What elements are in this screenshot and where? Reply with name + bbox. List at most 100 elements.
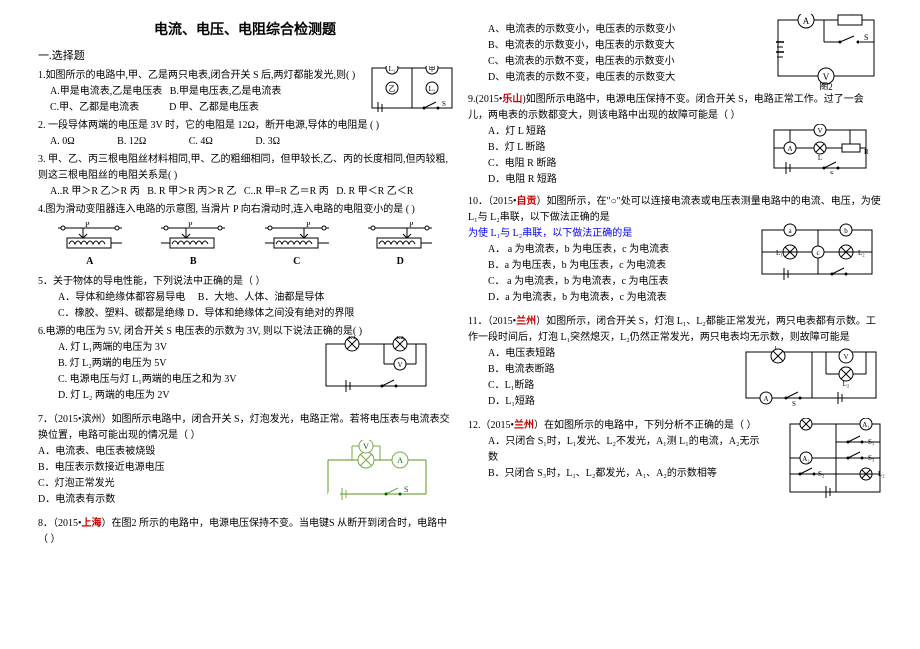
q12-opt-a: A．只闭合 S₁时，L₁发光、L₂不发光，A₁测 L₁的电流，A₂无示数 [488,434,768,466]
question-4: 4.图为滑动变阻器连入电路的示意图, 当滑片 P 向右滑动时,连入电路的电阻变小… [38,202,452,270]
q8-source-bold: 上海 [82,518,102,529]
question-8: 8．（2015•上海）在图2 所示的电路中，电源电压保持不变。当电键S 从断开到… [38,516,452,548]
svg-text:L₁: L₁ [776,249,783,257]
svg-text:L: L [818,154,822,162]
q3-opt-b: B. R 甲＞R 丙＞R 乙 [147,186,236,197]
q3-opt-a: A..R 甲＞R 乙＞R 丙 [50,186,140,197]
svg-text:V: V [823,72,830,82]
question-8-continued: A、电流表的示数变小，电压表的示数变小 B、电流表的示数变小，电压表的示数变大 … [468,22,882,86]
question-10: 10．（2015•自贡）如图所示，在"○"处可以连接电流表或电压表测量电路中的电… [468,194,882,306]
q5-opt-c: C．橡胶、塑料、碳都是绝缘 D．导体和绝缘体之间没有绝对的界限 [58,308,354,319]
svg-text:b: b [844,227,848,235]
q4-stem: 4.图为滑动变阻器连入电路的示意图, 当滑片 P 向右滑动时,连入电路的电阻变小… [38,202,452,218]
q3-stem: 3. 甲、乙、丙三根电阻丝材料相同,甲、乙的粗细相同，但甲较长,乙、丙的长度相同… [38,152,452,184]
svg-text:A: A [787,145,792,153]
q7-circuit-figure: A V S [322,440,432,502]
question-9: 9.(2015•乐山)如图所示电路中，电源电压保持不变。闭合开关 S，电路正常工… [468,92,882,188]
question-1: 1.如图所示的电路中,甲、乙是两只电表,闭合开关 S 后,两灯都能发光,则( )… [38,68,452,116]
svg-text:V: V [397,361,402,369]
question-6: 6.电源的电压为 5V, 闭合开关 S 电压表的示数为 3V, 则以下说法正确的… [38,324,452,404]
svg-text:甲: 甲 [429,66,436,73]
q1-opt-c: C.甲、乙都是电流表 [50,102,139,113]
svg-text:A: A [803,16,810,26]
question-7: 7．（2015•滨州）如图所示电路中，闭合开关 S，灯泡发光，电路正常。若将电压… [38,412,452,508]
svg-text:P: P [85,222,90,229]
q9-full-stem: 9.(2015•乐山)如图所示电路中，电源电压保持不变。闭合开关 S，电路正常工… [468,92,882,124]
q11-circuit-figure: L₁ V L₂ A S [742,346,882,406]
q1-opt-d: D 甲、乙都是电压表 [169,102,259,113]
rheostat-d-icon: P [365,222,435,252]
q10-circuit-figure: a b L₁ L₂ c [758,222,878,282]
q3-opt-c: C..R 甲=R 乙＝R 丙 [244,186,329,197]
q12-source-bold: 兰州 [514,420,534,431]
page-title: 电流、电压、电阻综合检测题 [38,20,452,42]
q6-circuit-figure: L1 L2 V [322,336,432,392]
q4-label-c: C [262,254,332,270]
svg-text:S: S [404,485,408,494]
svg-text:A₂: A₂ [802,455,810,463]
q1-opt-b: B.甲是电压表,乙是电流表 [170,86,282,97]
svg-text:L₁: L₁ [803,418,810,419]
svg-text:L₂: L₂ [429,85,436,93]
q12-stem: 在如图所示的电路中，下列分析不正确的是（ ） [544,420,757,431]
q2-opt-d: D. 3Ω [255,136,280,147]
question-5: 5．关于物体的导电性能，下列说法中正确的是（ ） A．导体和绝缘体都容易导电 B… [38,274,452,322]
svg-text:S: S [792,400,796,406]
svg-text:P: P [409,222,414,229]
svg-text:S: S [830,170,834,174]
rheostat-a-icon: P [55,222,125,252]
svg-text:S: S [442,100,446,108]
q4-label-d: D [365,254,435,270]
section-heading: 一.选择题 [38,48,452,66]
q5-opt-b: B．大地、人体、油都是导体 [198,292,325,303]
svg-text:乙: 乙 [389,85,396,93]
q10-source-bold: 自贡 [517,196,537,207]
left-column: 电流、电压、电阻综合检测题 一.选择题 1.如图所示的电路中,甲、乙是两只电表,… [30,20,460,629]
svg-text:L2: L2 [396,336,404,341]
svg-text:V: V [817,127,822,135]
svg-text:R: R [864,148,869,156]
q2-opt-a: A. 0Ω [50,136,75,147]
q2-stem: 2. 一段导体两端的电压是 3V 时，它的电阻是 12Ω，断开电源,导体的电阻是… [38,118,452,134]
svg-text:V: V [363,442,369,451]
q9-source-bold: 乐山 [502,94,522,105]
question-2: 2. 一段导体两端的电压是 3V 时，它的电阻是 12Ω，断开电源,导体的电阻是… [38,118,452,150]
q11-full-stem: 11．（2015•兰州）如图所示，闭合开关 S，灯泡 L₁、L₂都能正常发光，两… [468,314,882,346]
svg-text:V: V [843,353,848,361]
q10-opt-d: D．a 为电流表，b 为电流表，c 为电流表 [488,290,882,306]
svg-text:L₂: L₂ [858,249,865,257]
q2-opt-b: B. 12Ω [117,136,146,147]
svg-text:L₁: L₁ [389,66,396,73]
question-12: 12.（2015•兰州）在如图所示的电路中，下列分析不正确的是（ ） A．只闭合… [468,418,882,482]
q4-figures: P A P B [38,222,452,270]
rheostat-b-icon: P [158,222,228,252]
q5-stem: 5．关于物体的导电性能，下列说法中正确的是（ ） [38,274,452,290]
q9-opt-d: D．电阻 R 短路 [488,172,882,188]
q12-circuit-figure: L₁ A₁ S₁ A₂ S₃ S₂ L₂ [786,418,886,498]
rheostat-c-icon: P [262,222,332,252]
svg-text:L1: L1 [348,336,356,341]
q9-stem: 如图所示电路中，电源电压保持不变。闭合开关 S，电路正常工作。过了一会儿，两电表… [468,94,864,121]
q3-opt-d: D. R 甲＜R 乙＜R [336,186,413,197]
q9-circuit-figure: V A L R S [770,124,872,174]
svg-text:P: P [188,222,193,229]
svg-text:S: S [864,33,868,42]
question-11: 11．（2015•兰州）如图所示，闭合开关 S，灯泡 L₁、L₂都能正常发光，两… [468,314,882,410]
q2-opt-c: C. 4Ω [189,136,213,147]
svg-text:S₃: S₃ [868,454,875,462]
svg-text:c: c [816,249,819,257]
svg-text:A: A [397,456,403,465]
q8-full-stem: 8．（2015•上海）在图2 所示的电路中，电源电压保持不变。当电键S 从断开到… [38,516,452,548]
q4-label-b: B [158,254,228,270]
q11-source-bold: 兰州 [516,316,536,327]
svg-text:P: P [306,222,311,229]
question-3: 3. 甲、乙、丙三根电阻丝材料相同,甲、乙的粗细相同，但甲较长,乙、丙的长度相同… [38,152,452,200]
q1-opt-a: A.甲是电流表,乙是电压表 [50,86,162,97]
svg-text:A₁: A₁ [862,421,870,429]
q7-source: （2015•滨州） [53,414,112,425]
svg-text:R₁: R₁ [846,14,854,16]
q5-opt-a: A．导体和绝缘体都容易导电 [58,292,185,303]
q1-circuit-figure: L₁ 甲 L₂ 乙 S [370,66,456,112]
svg-text:A: A [763,395,768,403]
right-column: A、电流表的示数变小，电压表的示数变小 B、电流表的示数变小，电压表的示数变大 … [460,20,890,629]
